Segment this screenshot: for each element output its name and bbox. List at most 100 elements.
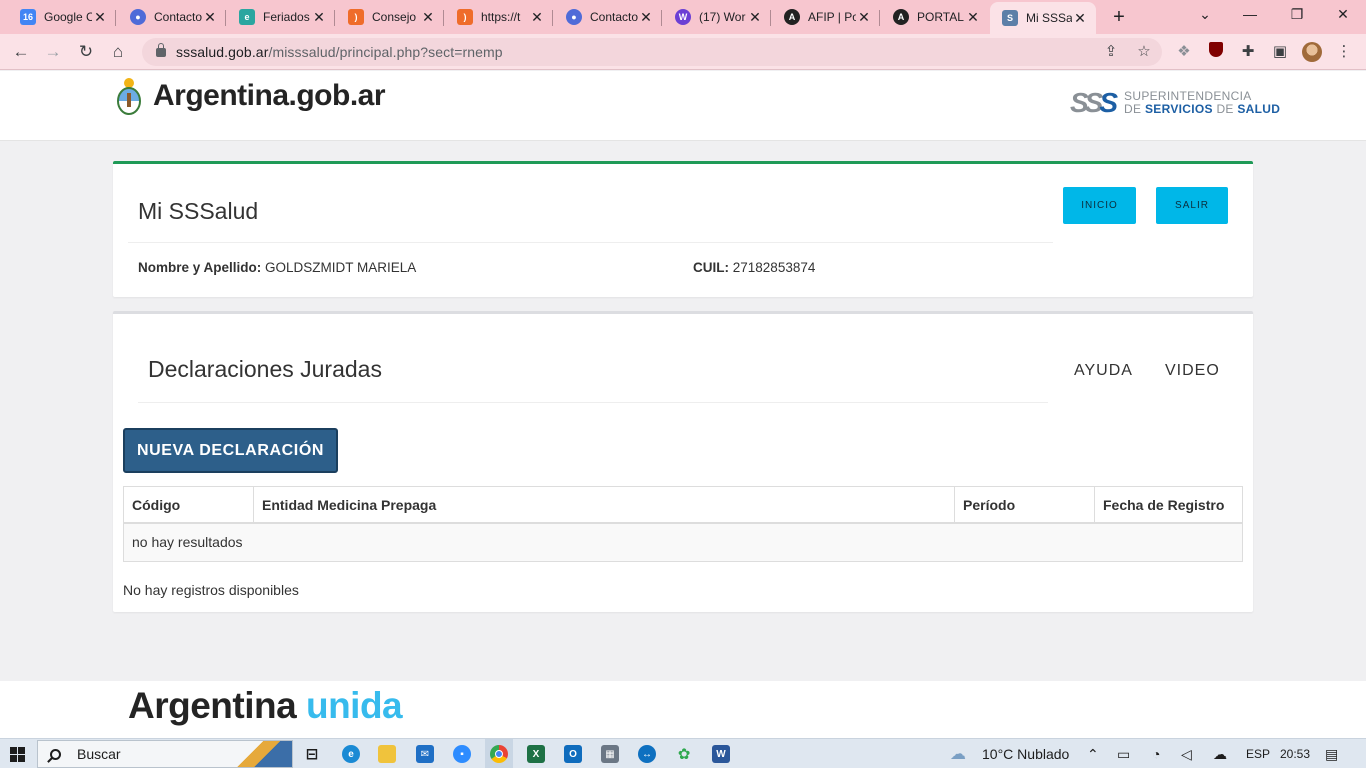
argentina-coat-of-arms-icon xyxy=(117,78,141,115)
sss-logo-text: SUPERINTENDENCIA DE SERVICIOS DE SALUD xyxy=(1124,89,1281,116)
minimize-icon[interactable]: — xyxy=(1240,6,1260,22)
back-icon[interactable]: ← xyxy=(10,41,32,63)
wifi-icon[interactable]: ◔ xyxy=(1152,746,1160,762)
volume-icon[interactable]: ◁ xyxy=(1181,746,1192,763)
edge-icon[interactable]: e xyxy=(342,745,360,763)
column-header-periodo[interactable]: Período xyxy=(955,487,1095,522)
salir-button[interactable]: SALIR xyxy=(1156,187,1228,224)
battery-icon[interactable]: ▭ xyxy=(1117,746,1130,763)
close-tab-icon[interactable]: ✕ xyxy=(92,9,108,26)
share-icon[interactable]: ⇪ xyxy=(1101,42,1121,62)
profile-avatar[interactable] xyxy=(1302,42,1322,62)
rss-icon: ) xyxy=(457,9,473,25)
browser-tab[interactable]: A PORTAL ✕ xyxy=(881,2,989,32)
close-tab-icon[interactable]: ✕ xyxy=(529,9,545,26)
user-info-card: Mi SSSalud INICIO SALIR Nombre y Apellid… xyxy=(113,161,1253,297)
evernote-icon[interactable]: ✿ xyxy=(675,745,693,763)
browser-tab[interactable]: 16 Google C ✕ xyxy=(8,2,116,32)
restore-icon[interactable]: ❐ xyxy=(1287,6,1307,23)
reload-icon[interactable]: ↻ xyxy=(75,41,97,63)
browser-tab[interactable]: ● Contacto ✕ xyxy=(118,2,226,32)
argentina-gob-ar-logo[interactable]: Argentina.gob.ar xyxy=(153,79,386,113)
browser-tab[interactable]: ) Consejo ✕ xyxy=(336,2,444,32)
sss-icon: S xyxy=(1002,10,1018,26)
close-tab-icon[interactable]: ✕ xyxy=(965,9,981,26)
tab-title: https://t xyxy=(481,10,521,24)
tab-title: (17) Wor xyxy=(699,10,746,24)
onedrive-icon[interactable]: ☁ xyxy=(1213,746,1227,763)
tab-search-icon[interactable]: ⌄ xyxy=(1195,6,1215,23)
chrome-icon[interactable] xyxy=(490,745,508,763)
video-link[interactable]: VIDEO xyxy=(1165,362,1220,380)
close-tab-icon[interactable]: ✕ xyxy=(856,9,872,26)
calculator-icon[interactable]: ▦ xyxy=(601,745,619,763)
notifications-icon[interactable]: ▤ xyxy=(1325,746,1338,763)
browser-tab[interactable]: A AFIP | Po ✕ xyxy=(772,2,880,32)
calendar-icon: 16 xyxy=(20,9,36,25)
search-highlight-image xyxy=(234,741,292,767)
weather-cloud-icon[interactable]: ☁ xyxy=(950,744,966,764)
bookmark-star-icon[interactable]: ☆ xyxy=(1134,42,1154,62)
tab-title: Mi SSSa xyxy=(1026,11,1072,25)
tab-title: AFIP | Po xyxy=(808,10,856,24)
ublock-icon[interactable] xyxy=(1206,42,1226,62)
home-icon[interactable]: ⌂ xyxy=(107,41,129,63)
browser-tab[interactable]: ● Contacto ✕ xyxy=(554,2,662,32)
column-header-codigo[interactable]: Código xyxy=(124,487,254,522)
file-explorer-icon[interactable] xyxy=(378,745,396,763)
sss-logo[interactable]: SSS SUPERINTENDENCIA DE SERVICIOS DE SAL… xyxy=(1070,87,1280,119)
browser-tab-active[interactable]: S Mi SSSa ✕ xyxy=(990,2,1096,34)
divider xyxy=(128,242,1053,243)
contacts-icon: ● xyxy=(566,9,582,25)
new-tab-button[interactable]: + xyxy=(1108,6,1130,29)
nueva-declaracion-button[interactable]: NUEVA DECLARACIÓN xyxy=(123,428,338,473)
outlook-icon[interactable]: O xyxy=(564,745,582,763)
show-hidden-icons-icon[interactable]: ⌃ xyxy=(1087,746,1099,763)
zoom-icon[interactable]: ▪ xyxy=(453,745,471,763)
column-header-entidad[interactable]: Entidad Medicina Prepaga xyxy=(254,487,955,522)
browser-tab[interactable]: e Feriados ✕ xyxy=(227,2,335,32)
url-text: sssalud.gob.ar/misssalud/principal.php?s… xyxy=(176,44,503,60)
w-icon: W xyxy=(675,9,691,25)
address-bar[interactable]: sssalud.gob.ar/misssalud/principal.php?s… xyxy=(142,38,1162,66)
close-tab-icon[interactable]: ✕ xyxy=(1072,10,1088,27)
weather-text[interactable]: 10°C Nublado xyxy=(982,746,1069,762)
language-indicator[interactable]: ESP xyxy=(1246,747,1270,761)
inicio-button[interactable]: INICIO xyxy=(1063,187,1136,224)
browser-tab[interactable]: W (17) Wor ✕ xyxy=(663,2,771,32)
declaraciones-card: Declaraciones Juradas AYUDA VIDEO NUEVA … xyxy=(113,311,1253,612)
close-tab-icon[interactable]: ✕ xyxy=(311,9,327,26)
windows-start-icon[interactable] xyxy=(10,747,25,762)
close-tab-icon[interactable]: ✕ xyxy=(638,9,654,26)
tab-title: Feriados xyxy=(263,10,310,24)
task-view-icon[interactable]: ⊟ xyxy=(303,745,321,763)
windows-taskbar: Buscar ⊟ e ✉ ▪ X O ▦ ↔ ✿ W ☁ 10°C Nublad… xyxy=(0,738,1366,768)
sss-mark: SSS xyxy=(1070,87,1118,118)
close-window-icon[interactable]: ✕ xyxy=(1333,6,1353,23)
column-header-fecha-registro[interactable]: Fecha de Registro xyxy=(1095,487,1242,522)
lock-icon[interactable] xyxy=(156,42,166,57)
excel-icon[interactable]: X xyxy=(527,745,545,763)
afip-icon: A xyxy=(893,9,909,25)
no-records-message: No hay registros disponibles xyxy=(123,582,299,598)
close-tab-icon[interactable]: ✕ xyxy=(747,9,763,26)
search-placeholder: Buscar xyxy=(77,746,121,762)
declaraciones-table: Código Entidad Medicina Prepaga Período … xyxy=(123,486,1243,562)
mail-icon[interactable]: ✉ xyxy=(416,745,434,763)
teamviewer-icon[interactable]: ↔ xyxy=(638,745,656,763)
forward-icon[interactable]: → xyxy=(42,41,64,63)
word-icon[interactable]: W xyxy=(712,745,730,763)
side-panel-icon[interactable]: ▣ xyxy=(1270,42,1290,62)
extensions-icon[interactable]: ✚ xyxy=(1238,42,1258,62)
clock[interactable]: 20:53 xyxy=(1280,747,1310,761)
site-header: Argentina.gob.ar SSS SUPERINTENDENCIA DE… xyxy=(0,71,1366,141)
dropbox-icon[interactable]: ❖ xyxy=(1174,42,1194,62)
browser-tab[interactable]: ) https://t ✕ xyxy=(445,2,553,32)
close-tab-icon[interactable]: ✕ xyxy=(420,9,436,26)
close-tab-icon[interactable]: ✕ xyxy=(202,9,218,26)
menu-icon[interactable]: ⋮ xyxy=(1334,42,1354,62)
divider xyxy=(138,402,1048,403)
taskbar-search-box[interactable]: Buscar xyxy=(37,740,293,768)
tab-title: Contacto xyxy=(154,10,202,24)
ayuda-link[interactable]: AYUDA xyxy=(1074,362,1133,380)
